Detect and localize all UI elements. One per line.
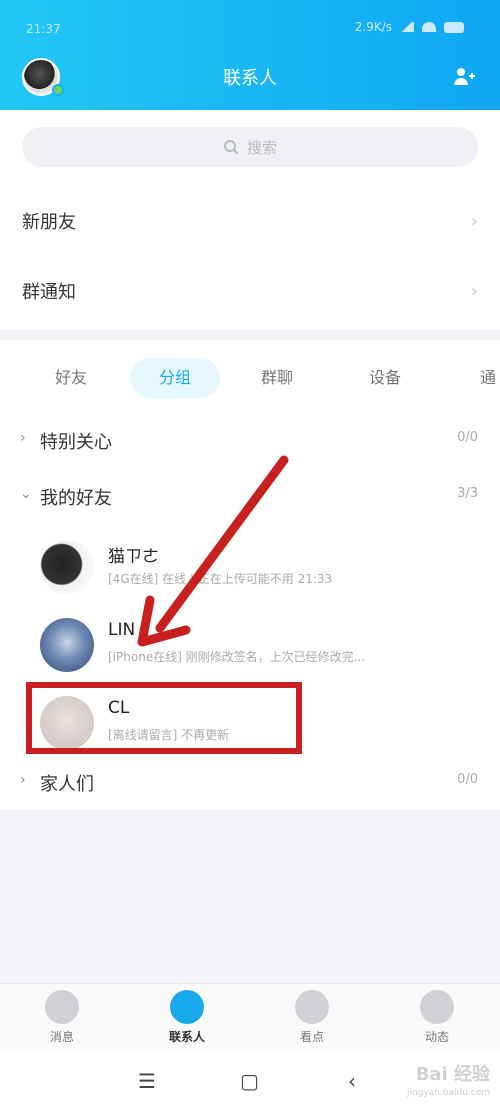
- group-name: 家人们: [40, 774, 94, 795]
- status-icons: 2.9K/s: [355, 20, 464, 34]
- tab-group-chats[interactable]: 群聊: [232, 358, 322, 398]
- chevron-right-icon: ›: [470, 210, 478, 232]
- tab-friends[interactable]: 好友: [26, 358, 116, 398]
- tab-label: 联系人: [168, 1030, 205, 1044]
- nav-label: 新朋友: [22, 212, 76, 233]
- chevron-right-icon: ›: [20, 430, 26, 446]
- network-speed: 2.9K/s: [354, 20, 392, 34]
- tab-label: 动态: [424, 1030, 449, 1044]
- search-icon: [223, 140, 239, 155]
- tab-more[interactable]: 通: [440, 358, 500, 398]
- tab-messages[interactable]: 消息: [17, 990, 107, 1045]
- bottom-tab-bar: 消息 联系人 看点 动态: [0, 983, 500, 1051]
- page-title: 联系人: [223, 68, 277, 89]
- group-name: 我的好友: [40, 488, 112, 509]
- contact-tabs: 好友 分组 群聊 设备 通: [0, 358, 500, 400]
- nav-label: 群通知: [22, 282, 76, 303]
- tab-groups[interactable]: 分组: [130, 358, 220, 398]
- tab-label: 消息: [49, 1030, 74, 1044]
- contacts-icon: [170, 990, 204, 1024]
- wifi-icon: [422, 22, 436, 32]
- friend-status: [iPhone在线] 刚刚修改签名，上次已经修改完...: [108, 650, 366, 664]
- nav-new-friends[interactable]: 新朋友 ›: [0, 186, 500, 256]
- signal-icon: [400, 22, 414, 32]
- tab-moments[interactable]: 动态: [392, 990, 482, 1045]
- group-count: 0/0: [457, 430, 478, 445]
- nav-group-notice[interactable]: 群通知 ›: [0, 256, 500, 326]
- add-friend-icon[interactable]: [452, 64, 476, 88]
- group-count: 3/3: [457, 486, 478, 501]
- watermark-url: jingyan.baidu.com: [406, 1088, 490, 1098]
- friend-item[interactable]: LIN [iPhone在线] 刚刚修改签名，上次已经修改完...: [0, 612, 500, 682]
- search-placeholder: 搜索: [246, 138, 277, 157]
- group-family[interactable]: › 家人们 0/0: [0, 766, 500, 802]
- friend-name: LIN: [108, 620, 136, 640]
- tab-devices[interactable]: 设备: [340, 358, 430, 398]
- friend-name: 猫ㄗㄜ: [108, 547, 159, 567]
- group-my-friends[interactable]: ⌄ 我的好友 3/3: [0, 480, 500, 516]
- friend-avatar: [40, 618, 94, 672]
- eye-icon: [295, 990, 329, 1024]
- chevron-right-icon: ›: [20, 772, 26, 788]
- friend-avatar: [40, 540, 94, 594]
- friend-status: [4G在线] 在线 | 正在上传可能不用 21:33: [108, 572, 333, 586]
- battery-icon: [444, 21, 464, 33]
- home-icon[interactable]: ▢: [240, 1069, 259, 1093]
- group-count: 0/0: [457, 772, 478, 787]
- message-icon: [45, 990, 79, 1024]
- tab-contacts[interactable]: 联系人: [142, 990, 232, 1045]
- tab-watch[interactable]: 看点: [267, 990, 357, 1045]
- status-bar: 21:37 2.9K/s: [0, 0, 500, 48]
- chevron-right-icon: ›: [470, 280, 478, 302]
- back-icon[interactable]: ‹: [348, 1069, 356, 1093]
- app-header: 21:37 2.9K/s 联系人: [0, 0, 500, 110]
- friend-item[interactable]: 猫ㄗㄜ [4G在线] 在线 | 正在上传可能不用 21:33: [0, 534, 500, 604]
- top-panel: 搜索 新朋友 › 群通知 ›: [0, 110, 500, 330]
- highlight-box: [26, 682, 302, 754]
- watermark: Bai 经验: [415, 1064, 490, 1085]
- status-time: 21:37: [26, 22, 61, 36]
- star-planet-icon: [420, 990, 454, 1024]
- tab-label: 看点: [299, 1030, 324, 1044]
- search-input[interactable]: 搜索: [22, 127, 478, 167]
- chevron-down-icon: ⌄: [20, 486, 32, 502]
- menu-icon[interactable]: ☰: [138, 1069, 156, 1093]
- group-name: 特别关心: [40, 432, 112, 453]
- group-special-care[interactable]: › 特别关心 0/0: [0, 424, 500, 460]
